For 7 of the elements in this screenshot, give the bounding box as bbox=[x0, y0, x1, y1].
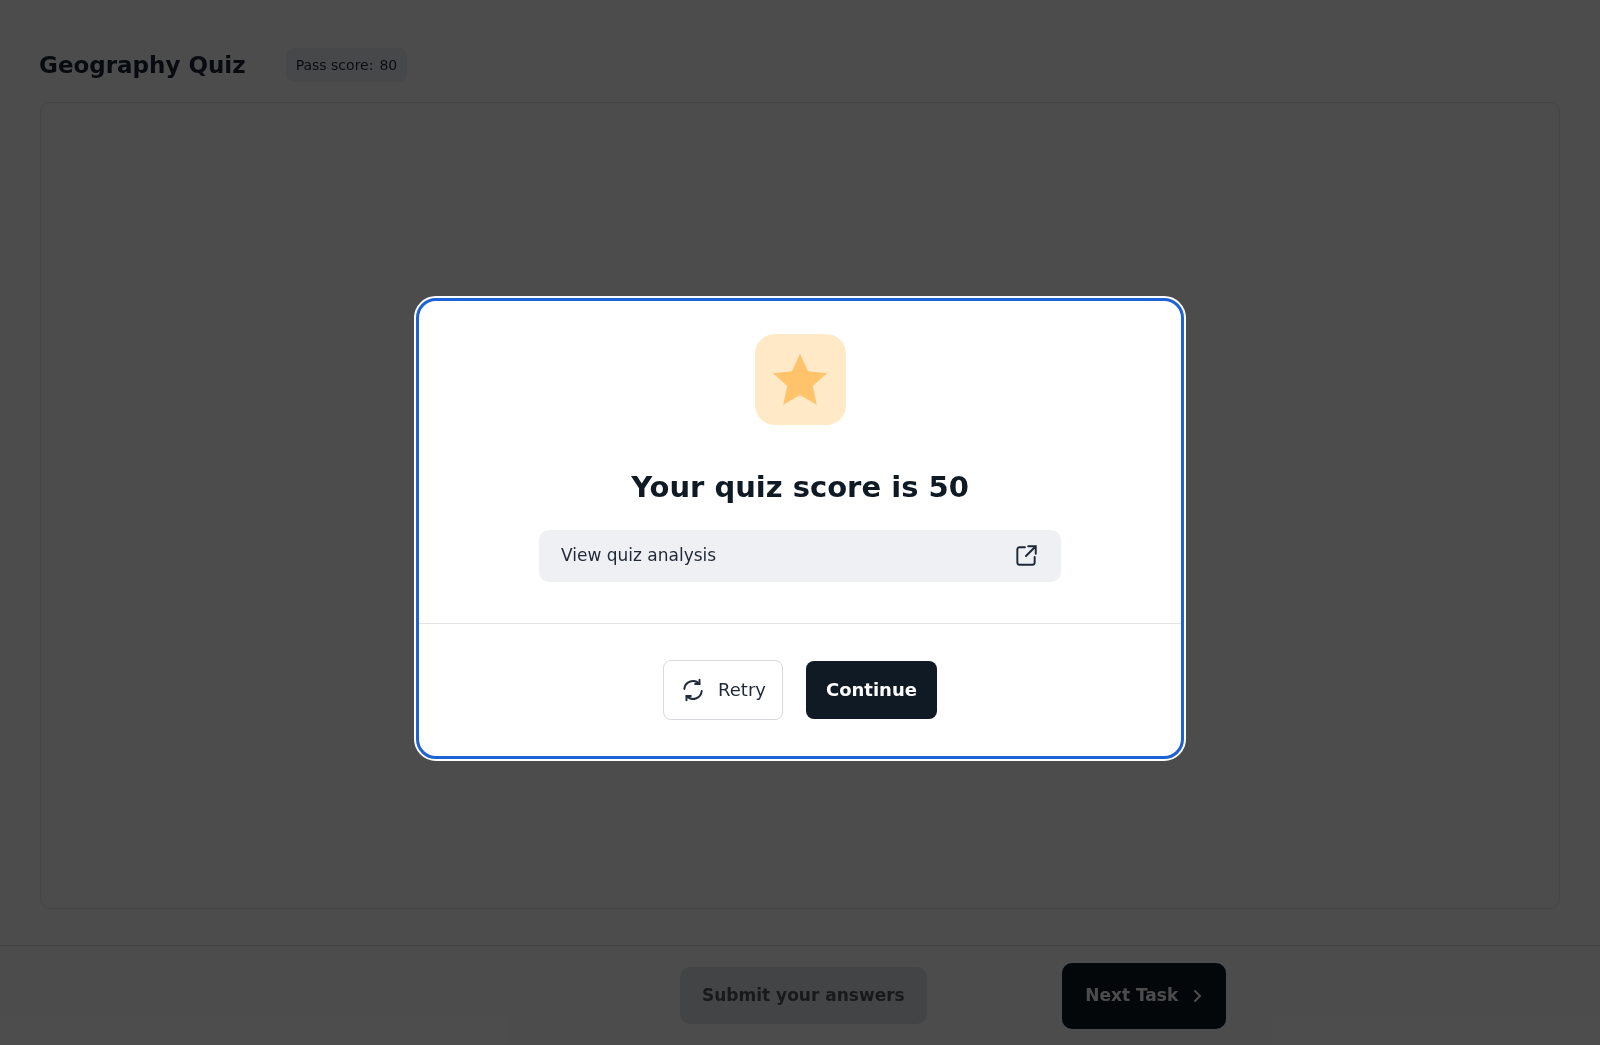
page-title: Geography Quiz bbox=[39, 50, 246, 80]
continue-button[interactable]: Continue bbox=[805, 660, 937, 719]
star-badge-icon bbox=[754, 334, 846, 425]
external-link-icon bbox=[1013, 542, 1039, 569]
quiz-analysis-link[interactable]: View quiz analysis bbox=[539, 529, 1061, 582]
score-heading: Your quiz score is 50 bbox=[631, 469, 969, 506]
retry-button[interactable]: Retry bbox=[663, 659, 783, 720]
